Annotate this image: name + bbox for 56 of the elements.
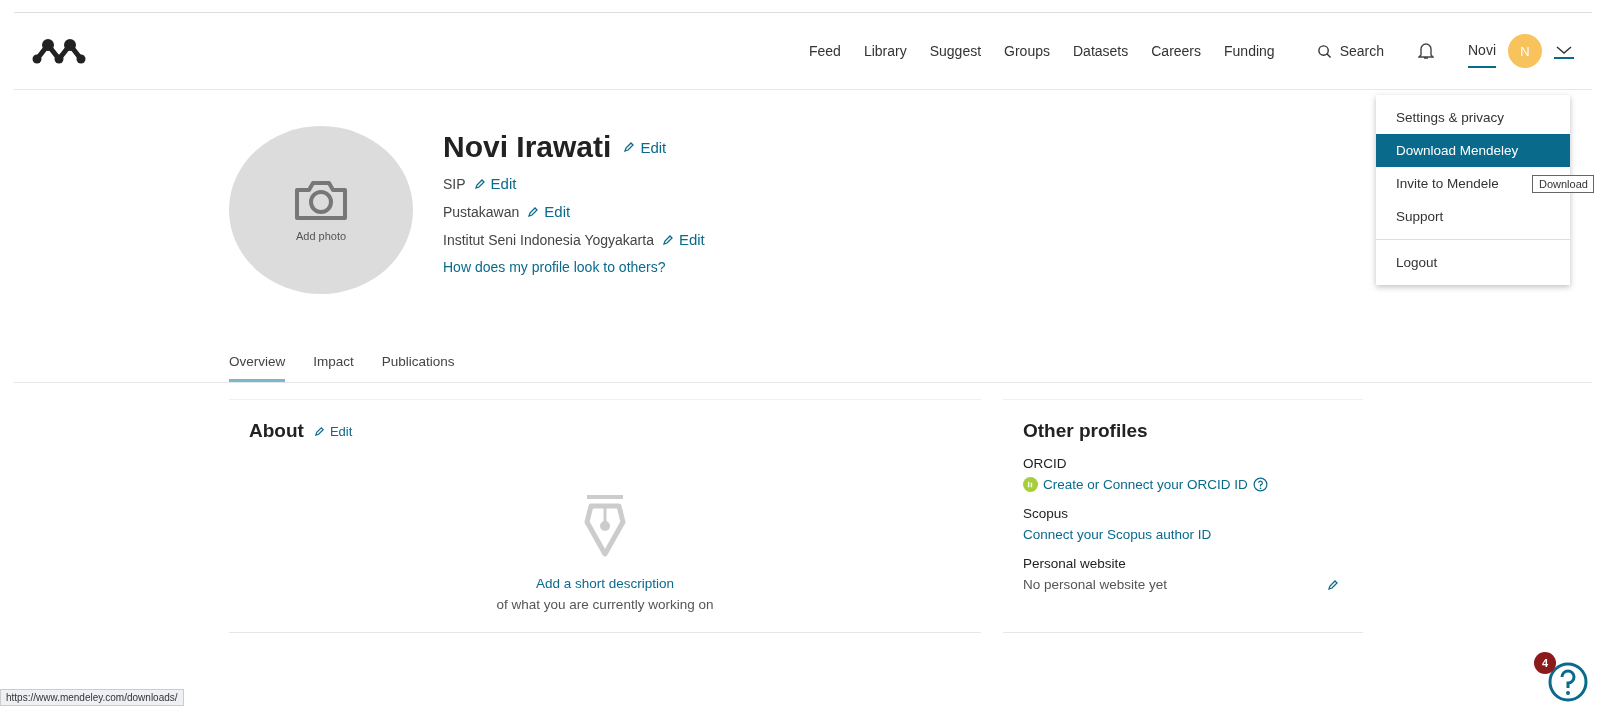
status-url: https://www.mendeley.com/downloads/ [0, 689, 184, 706]
pencil-icon [623, 141, 636, 153]
edit-link[interactable]: Edit [473, 175, 517, 192]
user-link[interactable]: Novi [1468, 34, 1496, 68]
edit-link[interactable]: Edit [661, 231, 705, 248]
edit-link[interactable]: Edit [623, 138, 667, 156]
profile-section-label: ORCID [1023, 456, 1068, 471]
photo-placeholder[interactable]: Add photo [229, 126, 413, 294]
tab[interactable]: Publications [381, 346, 455, 382]
nav-link[interactable]: Library [863, 43, 907, 59]
pen-nib-icon [583, 494, 627, 558]
nav-link[interactable]: Careers [1151, 43, 1202, 59]
other-profiles-title: Other profiles [1023, 420, 1149, 442]
profile-preview-link[interactable]: How does my profile look to others? [443, 259, 705, 275]
pencil-icon [527, 205, 540, 218]
nav-link[interactable]: Groups [1004, 43, 1050, 59]
profile-field: SIP [443, 175, 466, 192]
about-title: About [249, 420, 304, 442]
nav-link[interactable]: Funding [1224, 43, 1275, 59]
menu-item[interactable]: Download Mendeley [1376, 134, 1570, 167]
nav-link[interactable]: Suggest [929, 43, 982, 59]
orcid-link[interactable]: Create or Connect your ORCID ID [1043, 477, 1248, 492]
menu-item[interactable]: Logout [1376, 246, 1570, 279]
search-icon [1316, 43, 1332, 59]
profile-field: Institut Seni Indonesia Yogyakarta [443, 231, 654, 248]
help-button[interactable] [1548, 662, 1588, 702]
tab[interactable]: Overview [229, 346, 286, 382]
edit-link[interactable]: Edit [527, 203, 571, 220]
menu-item[interactable]: Support [1376, 200, 1570, 233]
pencil-icon [313, 425, 325, 437]
camera-icon [293, 178, 349, 222]
add-description-link[interactable]: Add a short description [535, 576, 675, 591]
logo-icon[interactable] [32, 37, 86, 65]
tooltip: Download [1532, 175, 1594, 193]
pencil-icon [473, 177, 486, 190]
profile-section-label: Personal website [1023, 556, 1127, 571]
profile-section-label: Scopus [1023, 506, 1070, 521]
profile-name: Novi Irawati [443, 130, 612, 164]
help-icon[interactable] [1252, 477, 1268, 492]
empty-description-text: of what you are currently working on [496, 597, 714, 612]
bell-icon[interactable] [1418, 42, 1434, 60]
profile-field: Pustakawan [443, 203, 520, 220]
pencil-icon [661, 233, 674, 246]
nav-link[interactable]: Datasets [1073, 43, 1129, 59]
notification-badge: 4 [1534, 652, 1556, 674]
pencil-icon[interactable] [1327, 578, 1339, 591]
menu-item[interactable]: Settings & privacy [1376, 101, 1570, 134]
orcid-icon [1023, 477, 1038, 492]
photo-label: Add photo [295, 230, 347, 242]
caret-icon[interactable] [1554, 43, 1574, 59]
scopus-link[interactable]: Connect your Scopus author ID [1023, 527, 1343, 542]
nav-link[interactable]: Feed [808, 43, 841, 59]
tab[interactable]: Impact [313, 346, 354, 382]
edit-link[interactable]: Edit [313, 423, 353, 439]
website-value: No personal website yet [1023, 577, 1168, 592]
search-link[interactable]: Search [1316, 43, 1384, 59]
